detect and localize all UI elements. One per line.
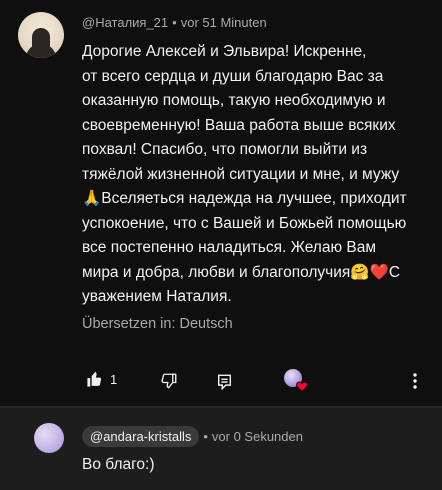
comment-thread: @Наталия_21 • vor 51 Minuten Дорогие Алекс… xyxy=(0,0,442,490)
dislike-button[interactable] xyxy=(158,370,180,392)
translate-link[interactable]: Übersetzen in: Deutsch xyxy=(82,316,233,332)
reply-meta: @andara-kristalls • vor 0 Sekunden xyxy=(82,426,303,447)
author-name[interactable]: @Наталия_21 xyxy=(82,15,168,30)
reply-separator: • xyxy=(203,429,208,444)
reply-text: Во благо:) xyxy=(82,456,155,473)
thumbs-up-filled-icon xyxy=(87,371,102,387)
comment-meta: @Наталия_21 • vor 51 Minuten xyxy=(82,15,267,30)
reply-time[interactable]: vor 0 Sekunden xyxy=(212,429,303,444)
reply-author-name[interactable]: @andara-kristalls xyxy=(82,426,200,447)
comment-text: Дорогие Алексей и Эльвира! Искренне, от … xyxy=(82,43,407,305)
more-button[interactable] xyxy=(406,370,424,392)
reply-icon xyxy=(217,374,231,390)
creator-heart-badge xyxy=(283,368,309,392)
like-count: 1 xyxy=(110,371,118,387)
creator-heart-icon xyxy=(284,369,308,392)
comment: @Наталия_21 • vor 51 Minuten Дорогие Алекс… xyxy=(0,0,442,406)
thumbs-down-icon xyxy=(161,373,177,389)
author-avatar[interactable] xyxy=(18,12,64,58)
more-vertical-icon xyxy=(413,373,417,389)
reply: @andara-kristalls • vor 0 Sekunden Во бл… xyxy=(0,408,442,490)
reply-author-avatar[interactable] xyxy=(34,423,64,453)
reply-button[interactable] xyxy=(215,372,233,392)
comment-time[interactable]: vor 51 Minuten xyxy=(181,15,267,30)
like-button[interactable]: 1 xyxy=(86,368,117,390)
meta-separator: • xyxy=(172,15,177,30)
avatar-silhouette xyxy=(26,28,56,58)
